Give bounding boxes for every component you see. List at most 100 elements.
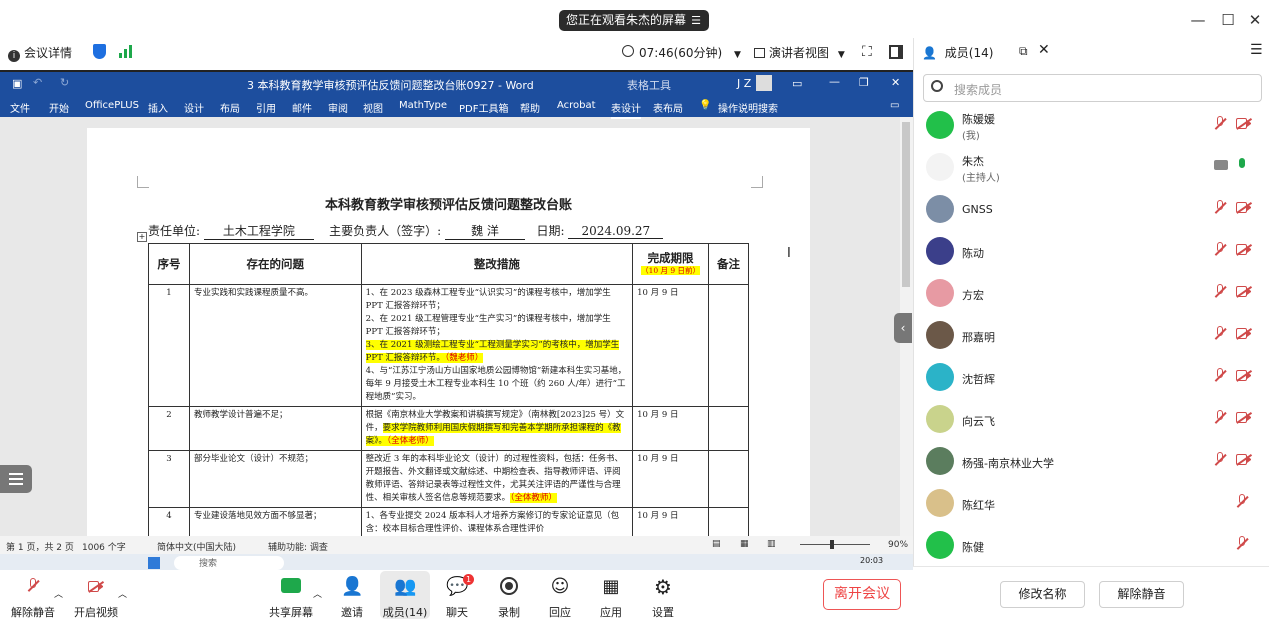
invite-button[interactable]: 👤 邀请 xyxy=(327,576,377,620)
unmute-button[interactable]: 解除静音 xyxy=(7,576,59,620)
table-row[interactable]: 3 部分毕业论文（设计）不规范； 整改近 3 年的本科毕业论文（设计）的过程性资… xyxy=(148,450,749,508)
ribbon-tab[interactable]: 引用 xyxy=(256,100,276,115)
meeting-info-button[interactable]: i 会议详情 xyxy=(8,44,72,62)
member-avatar xyxy=(926,405,954,433)
read-mode-icon[interactable]: ▤ xyxy=(712,539,721,549)
member-row[interactable]: 陈健 xyxy=(914,527,1269,569)
ribbon-tab[interactable]: 布局 xyxy=(220,100,240,115)
ribbon-tab[interactable]: Acrobat xyxy=(557,100,596,111)
screen-share-banner[interactable]: 您正在观看朱杰的屏幕 ☰ xyxy=(559,10,709,31)
word-count[interactable]: 1006 个字 xyxy=(82,540,126,553)
close-panel-icon[interactable]: ✕ xyxy=(1038,42,1050,58)
table-row[interactable]: 2 教师教学设计普遍不足； 根据《南京林业大学教案和讲稿撰写规定》（南林教[20… xyxy=(148,406,749,451)
member-row[interactable]: 向云飞 xyxy=(914,401,1269,443)
reactions-button[interactable]: ☺ 回应 xyxy=(535,576,585,620)
sidebar-toggle-icon[interactable] xyxy=(889,45,903,59)
ribbon-tab[interactable]: 设计 xyxy=(184,100,204,115)
ribbon-tab-active[interactable]: 表设计 xyxy=(611,100,641,119)
video-off-icon xyxy=(1236,117,1252,130)
member-avatar xyxy=(926,489,954,517)
comments-icon[interactable]: ▭ xyxy=(890,100,899,111)
record-button[interactable]: 录制 xyxy=(484,576,534,620)
rename-button[interactable]: 修改名称 xyxy=(1000,581,1085,608)
tell-me-search[interactable]: 操作说明搜索 xyxy=(718,100,778,115)
language-status[interactable]: 简体中文(中国大陆) xyxy=(157,540,236,553)
members-button[interactable]: 👥 成员(14) xyxy=(380,571,430,619)
user-avatar[interactable] xyxy=(756,75,772,91)
collapse-panel-icon[interactable]: ‹ xyxy=(894,313,912,343)
zoom-level[interactable]: 90% xyxy=(888,540,908,550)
zoom-slider-thumb[interactable] xyxy=(830,540,834,549)
member-row[interactable]: 陈红华 xyxy=(914,485,1269,527)
ribbon-tab[interactable]: MathType xyxy=(399,100,447,111)
members-panel-title: 成员(14) xyxy=(944,46,994,60)
panel-unmute-button[interactable]: 解除静音 xyxy=(1099,581,1184,608)
table-row[interactable]: 4 专业建设落地见效方面不够显著； 1、各专业提交 2024 版本科人才培养方案… xyxy=(148,507,749,536)
word-restore-icon[interactable]: ❐ xyxy=(859,76,869,89)
windows-start-icon[interactable] xyxy=(148,557,160,569)
maximize-icon[interactable]: ☐ xyxy=(1218,10,1238,30)
ribbon-tab[interactable]: 文件 xyxy=(10,100,30,115)
zoom-slider[interactable] xyxy=(800,544,870,545)
member-avatar xyxy=(926,111,954,139)
member-row[interactable]: 方宏 xyxy=(914,275,1269,317)
ribbon-tab[interactable]: PDF工具箱 xyxy=(459,100,508,115)
ribbon-tab[interactable]: 表布局 xyxy=(653,100,683,115)
chat-button[interactable]: 💬 聊天 xyxy=(432,576,482,620)
rectification-table[interactable]: 序号 存在的问题 整改措施 完成期限 （10 月 9 日前） 备注 1 专业实践和… xyxy=(148,243,749,536)
view-mode-button[interactable]: 演讲者视图 ▼ xyxy=(754,44,845,61)
undo-icon[interactable]: ↶ xyxy=(33,76,42,89)
web-layout-icon[interactable]: ▥ xyxy=(767,539,776,549)
member-row[interactable]: 陈媛媛 (我) xyxy=(914,107,1269,149)
table-row[interactable]: 1 专业实践和实践课程质量不高。 1、在 2023 级森林工程专业“认识实习”的… xyxy=(148,284,749,407)
save-icon[interactable]: ▣ xyxy=(12,77,22,90)
word-close-icon[interactable]: ✕ xyxy=(891,76,900,89)
member-row[interactable]: GNSS xyxy=(914,191,1269,233)
header-deadline: 完成期限 （10 月 9 日前） xyxy=(632,243,710,285)
ribbon-display-icon[interactable]: ▭ xyxy=(792,77,802,90)
member-name: 杨强-南京林业大学 xyxy=(962,457,1054,470)
menu-icon[interactable]: ☰ xyxy=(691,10,701,31)
accessibility-status[interactable]: 辅助功能: 调查 xyxy=(268,540,328,553)
ribbon-tab[interactable]: 审阅 xyxy=(328,100,348,115)
row-remark xyxy=(708,507,749,536)
meeting-timer[interactable]: 07:46(60分钟) ▼ xyxy=(639,44,741,61)
member-row[interactable]: 沈哲辉 xyxy=(914,359,1269,401)
ribbon-tab[interactable]: 视图 xyxy=(363,100,383,115)
member-row[interactable]: 邢嘉明 xyxy=(914,317,1269,359)
share-screen-button[interactable]: 共享屏幕 xyxy=(265,576,317,620)
word-minimize-icon[interactable]: — xyxy=(829,75,840,88)
chevron-up-icon[interactable]: ︿ xyxy=(313,587,322,600)
member-row[interactable]: 杨强-南京林业大学 xyxy=(914,443,1269,485)
ribbon-tab[interactable]: 邮件 xyxy=(292,100,312,115)
row-measures: 1、各专业提交 2024 版本科人才培养方案修订的专家论证意见（包含：校本目标合… xyxy=(360,507,634,536)
minimize-icon[interactable]: — xyxy=(1188,10,1208,30)
ribbon-tab[interactable]: 开始 xyxy=(49,100,69,115)
taskbar-search[interactable]: 搜索 xyxy=(174,556,284,570)
security-shield-icon[interactable] xyxy=(93,44,106,59)
print-layout-icon[interactable]: ▦ xyxy=(740,539,749,549)
member-row[interactable]: 陈动 xyxy=(914,233,1269,275)
chevron-up-icon[interactable]: ︿ xyxy=(54,587,63,600)
page-count[interactable]: 第 1 页，共 2 页 xyxy=(6,540,74,553)
table-tools-label: 表格工具 xyxy=(627,79,671,92)
leave-meeting-button[interactable]: 离开会议 xyxy=(823,579,901,610)
ribbon-tab[interactable]: 帮助 xyxy=(520,100,540,115)
network-signal-icon[interactable] xyxy=(119,45,133,58)
floating-list-icon[interactable] xyxy=(0,465,32,493)
close-window-icon[interactable]: ✕ xyxy=(1245,10,1265,30)
chevron-up-icon[interactable]: ︿ xyxy=(118,587,127,600)
ribbon-tab[interactable]: OfficePLUS xyxy=(85,100,139,111)
apps-button[interactable]: ▦ 应用 xyxy=(586,576,636,620)
fullscreen-icon[interactable]: ⛶ xyxy=(862,44,872,60)
member-row[interactable]: 朱杰 (主持人) xyxy=(914,149,1269,191)
start-video-button[interactable]: 开启视频 xyxy=(70,576,122,620)
settings-button[interactable]: ⚙ 设置 xyxy=(638,576,688,620)
popout-icon[interactable]: ⧉ xyxy=(1019,44,1028,59)
scrollbar-thumb[interactable] xyxy=(902,122,910,287)
redo-icon[interactable]: ↻ xyxy=(60,76,69,89)
table-move-handle-icon[interactable]: + xyxy=(137,232,147,242)
word-ribbon-tabs: 文件 开始 OfficePLUS 插入 设计 布局 引用 邮件 审阅 视图 Ma… xyxy=(0,94,913,119)
ribbon-tab[interactable]: 插入 xyxy=(148,100,168,115)
more-menu-icon[interactable]: ☰ xyxy=(1250,42,1263,58)
